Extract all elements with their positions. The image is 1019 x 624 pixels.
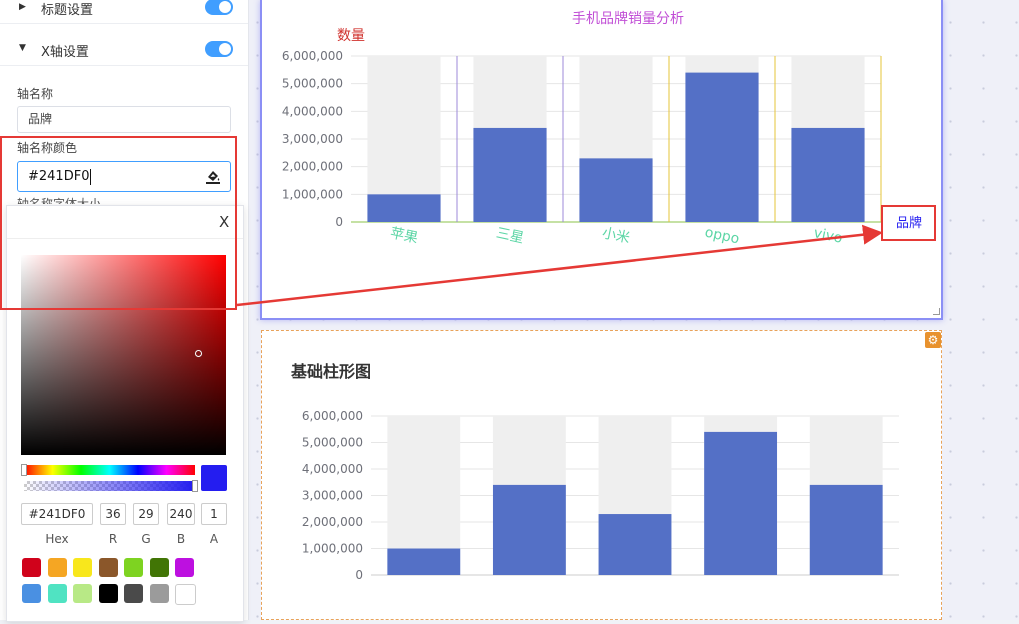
bar	[704, 431, 778, 575]
chart-card-brand-sales[interactable]: 手机品牌销量分析数量 0 1,000,000 2,000,000 3,000,000 4,…	[260, 0, 943, 320]
basic-bar-chart: 基础柱形图 0 1,000,000 2,000,000 3,000,000 4,000,0…	[290, 362, 899, 582]
y-tick-label: 5,000,000	[302, 436, 363, 450]
hue-handle[interactable]	[21, 464, 27, 476]
preset-swatch[interactable]	[149, 584, 169, 603]
preset-swatch[interactable]	[124, 584, 143, 603]
y-tick-label: 6,000,000	[282, 49, 343, 63]
green-caption: G	[141, 532, 151, 546]
alpha-handle[interactable]	[192, 480, 198, 492]
xaxis-settings-label: X轴设置	[41, 45, 89, 60]
bar	[367, 194, 441, 222]
hue-slider[interactable]	[21, 464, 195, 476]
preset-swatch[interactable]	[98, 584, 118, 603]
resize-handle[interactable]	[933, 308, 940, 315]
expand-arrow-icon[interactable]: ▶	[19, 2, 26, 12]
x-tick-label: vivo	[812, 225, 844, 247]
preset-swatch[interactable]	[22, 584, 41, 603]
current-color-swatch	[201, 465, 227, 491]
y-tick-label: 2,000,000	[302, 515, 363, 529]
preset-swatch[interactable]	[47, 558, 67, 577]
alpha-caption: A	[209, 532, 219, 546]
preset-swatch[interactable]	[175, 558, 194, 577]
red-caption: R	[108, 532, 118, 546]
toggle-knob	[219, 1, 231, 13]
gear-icon[interactable]: ⚙	[925, 332, 941, 348]
preset-swatch[interactable]	[73, 584, 92, 603]
chart-title: 手机品牌销量分析	[572, 10, 684, 27]
bar	[809, 484, 883, 575]
toggle-knob	[219, 43, 231, 55]
preset-swatch[interactable]	[149, 558, 169, 577]
bar	[685, 72, 759, 222]
highlight-box-color-setting	[0, 136, 237, 310]
bar	[473, 127, 547, 222]
chart-card-basic-bar[interactable]: 基础柱形图 0 1,000,000 2,000,000 3,000,000 4,000,0…	[261, 330, 942, 620]
preset-swatch[interactable]	[47, 584, 67, 603]
red-field[interactable]: 36	[100, 503, 126, 525]
bar	[579, 158, 653, 222]
y-tick-label: 2,000,000	[282, 160, 343, 174]
bar	[791, 127, 865, 222]
y-tick-label: 0	[335, 215, 343, 229]
y-tick-label: 1,000,000	[302, 542, 363, 556]
alpha-field[interactable]: 1	[201, 503, 227, 525]
preset-swatch[interactable]	[22, 558, 41, 577]
x-tick-label: 苹果	[389, 225, 420, 246]
x-tick-label: oppo	[703, 225, 740, 248]
bar	[492, 484, 566, 575]
preset-swatch[interactable]	[124, 558, 143, 577]
preset-swatch[interactable]	[73, 558, 92, 577]
title-settings-label: 标题设置	[41, 3, 94, 18]
title-settings-section[interactable]: ▶ 标题设置	[0, 0, 248, 24]
x-tick-label: 三星	[495, 225, 526, 246]
x-tick-label: 小米	[601, 225, 632, 246]
green-field[interactable]: 29	[133, 503, 159, 525]
highlight-box-axis-name	[881, 205, 936, 241]
hex-caption: Hex	[45, 532, 69, 546]
y-tick-label: 6,000,000	[302, 409, 363, 423]
bar	[598, 514, 672, 575]
xaxis-settings-section[interactable]: ▼ X轴设置	[0, 33, 248, 66]
y-axis-name: 数量	[337, 28, 365, 44]
y-tick-label: 5,000,000	[282, 77, 343, 91]
bar	[387, 548, 461, 575]
y-tick-label: 3,000,000	[302, 489, 363, 503]
y-tick-label: 1,000,000	[282, 187, 343, 201]
blue-field[interactable]: 240	[167, 503, 195, 525]
blue-caption: B	[176, 532, 186, 546]
preset-swatch[interactable]	[175, 584, 196, 605]
axis-name-input[interactable]: 品牌	[17, 106, 231, 133]
xaxis-settings-toggle[interactable]	[205, 41, 233, 57]
brand-sales-chart: 手机品牌销量分析数量 0 1,000,000 2,000,000 3,000,000 4,…	[282, 10, 922, 248]
chart-title: 基础柱形图	[290, 362, 371, 381]
y-tick-label: 3,000,000	[282, 132, 343, 146]
alpha-slider[interactable]	[24, 480, 198, 492]
y-tick-label: 4,000,000	[302, 462, 363, 476]
axis-name-label: 轴名称	[17, 87, 54, 101]
hex-field[interactable]: #241DF0	[21, 503, 93, 525]
preset-swatch[interactable]	[98, 558, 118, 577]
title-settings-toggle[interactable]	[205, 0, 233, 15]
collapse-arrow-icon[interactable]: ▼	[19, 43, 26, 53]
y-tick-label: 0	[355, 568, 363, 582]
settings-panel: ▶ 标题设置 ▼ X轴设置 轴名称 品牌 轴名称颜色 #241DF0 轴名称字体…	[0, 0, 249, 622]
y-tick-label: 4,000,000	[282, 104, 343, 118]
color-cursor[interactable]	[195, 350, 202, 357]
